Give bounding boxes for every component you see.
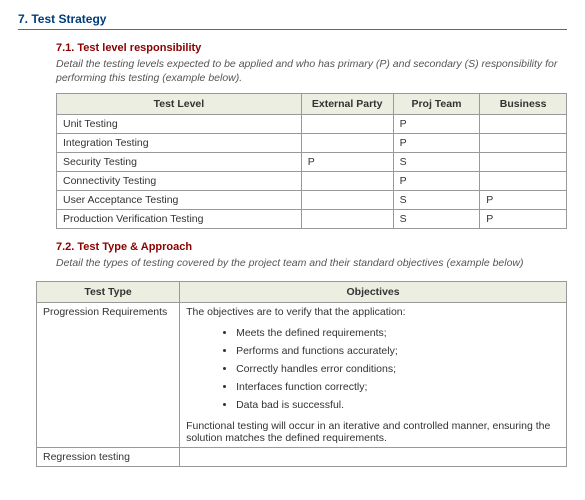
table-cell [480, 153, 567, 172]
table-cell: Production Verification Testing [57, 210, 302, 229]
col-business: Business [480, 94, 567, 115]
table-row: Production Verification Testing SP [57, 210, 567, 229]
table-cell: Connectivity Testing [57, 172, 302, 191]
test-type-table: Test Type Objectives Progression Require… [36, 281, 567, 467]
col-proj-team: Proj Team [393, 94, 480, 115]
cell-objectives [180, 447, 567, 466]
section-heading: 7. Test Strategy [18, 12, 567, 30]
responsibility-table: Test Level External Party Proj Team Busi… [56, 93, 567, 229]
table-row: Integration Testing P [57, 134, 567, 153]
table-row: Security TestingPS [57, 153, 567, 172]
table-cell [301, 210, 393, 229]
list-item: Correctly handles error conditions; [236, 360, 560, 378]
cell-objectives: The objectives are to verify that the ap… [180, 302, 567, 447]
subsection-7-2: 7.2. Test Type & Approach Detail the typ… [56, 241, 567, 271]
list-item: Meets the defined requirements; [236, 324, 560, 342]
subsection-7-1: 7.1. Test level responsibility Detail th… [56, 42, 567, 229]
subsection-7-2-desc: Detail the types of testing covered by t… [56, 257, 567, 271]
col-test-level: Test Level [57, 94, 302, 115]
table-cell: Security Testing [57, 153, 302, 172]
list-item: Interfaces function correctly; [236, 378, 560, 396]
subsection-7-1-title: 7.1. Test level responsibility [56, 42, 567, 54]
list-item: Performs and functions accurately; [236, 342, 560, 360]
col-objectives: Objectives [180, 281, 567, 302]
table-row: Regression testing [37, 447, 567, 466]
table-cell: User Acceptance Testing [57, 191, 302, 210]
table-cell [480, 172, 567, 191]
table-row: Progression Requirements The objectives … [37, 302, 567, 447]
table-cell: P [393, 172, 480, 191]
table-row: User Acceptance Testing SP [57, 191, 567, 210]
table-row: Connectivity Testing P [57, 172, 567, 191]
col-test-type: Test Type [37, 281, 180, 302]
table-cell [301, 115, 393, 134]
table-cell [301, 191, 393, 210]
table-row: Unit Testing P [57, 115, 567, 134]
cell-test-type: Progression Requirements [37, 302, 180, 447]
table-header-row: Test Level External Party Proj Team Busi… [57, 94, 567, 115]
table-cell: P [480, 191, 567, 210]
subsection-7-2-title: 7.2. Test Type & Approach [56, 241, 567, 253]
table-cell: S [393, 210, 480, 229]
table-cell: S [393, 191, 480, 210]
table-cell: P [480, 210, 567, 229]
table-cell [480, 115, 567, 134]
table-cell: S [393, 153, 480, 172]
table-header-row: Test Type Objectives [37, 281, 567, 302]
table-cell: P [301, 153, 393, 172]
objectives-footer: Functional testing will occur in an iter… [186, 420, 560, 444]
cell-test-type: Regression testing [37, 447, 180, 466]
subsection-7-1-desc: Detail the testing levels expected to be… [56, 58, 567, 85]
table-cell [301, 134, 393, 153]
table-cell [301, 172, 393, 191]
table-cell: P [393, 115, 480, 134]
table-cell: P [393, 134, 480, 153]
table-cell: Integration Testing [57, 134, 302, 153]
list-item: Data bad is successful. [236, 396, 560, 414]
table-cell [480, 134, 567, 153]
objectives-list: Meets the defined requirements;Performs … [236, 324, 560, 414]
objectives-intro: The objectives are to verify that the ap… [186, 306, 560, 318]
col-external-party: External Party [301, 94, 393, 115]
table-cell: Unit Testing [57, 115, 302, 134]
